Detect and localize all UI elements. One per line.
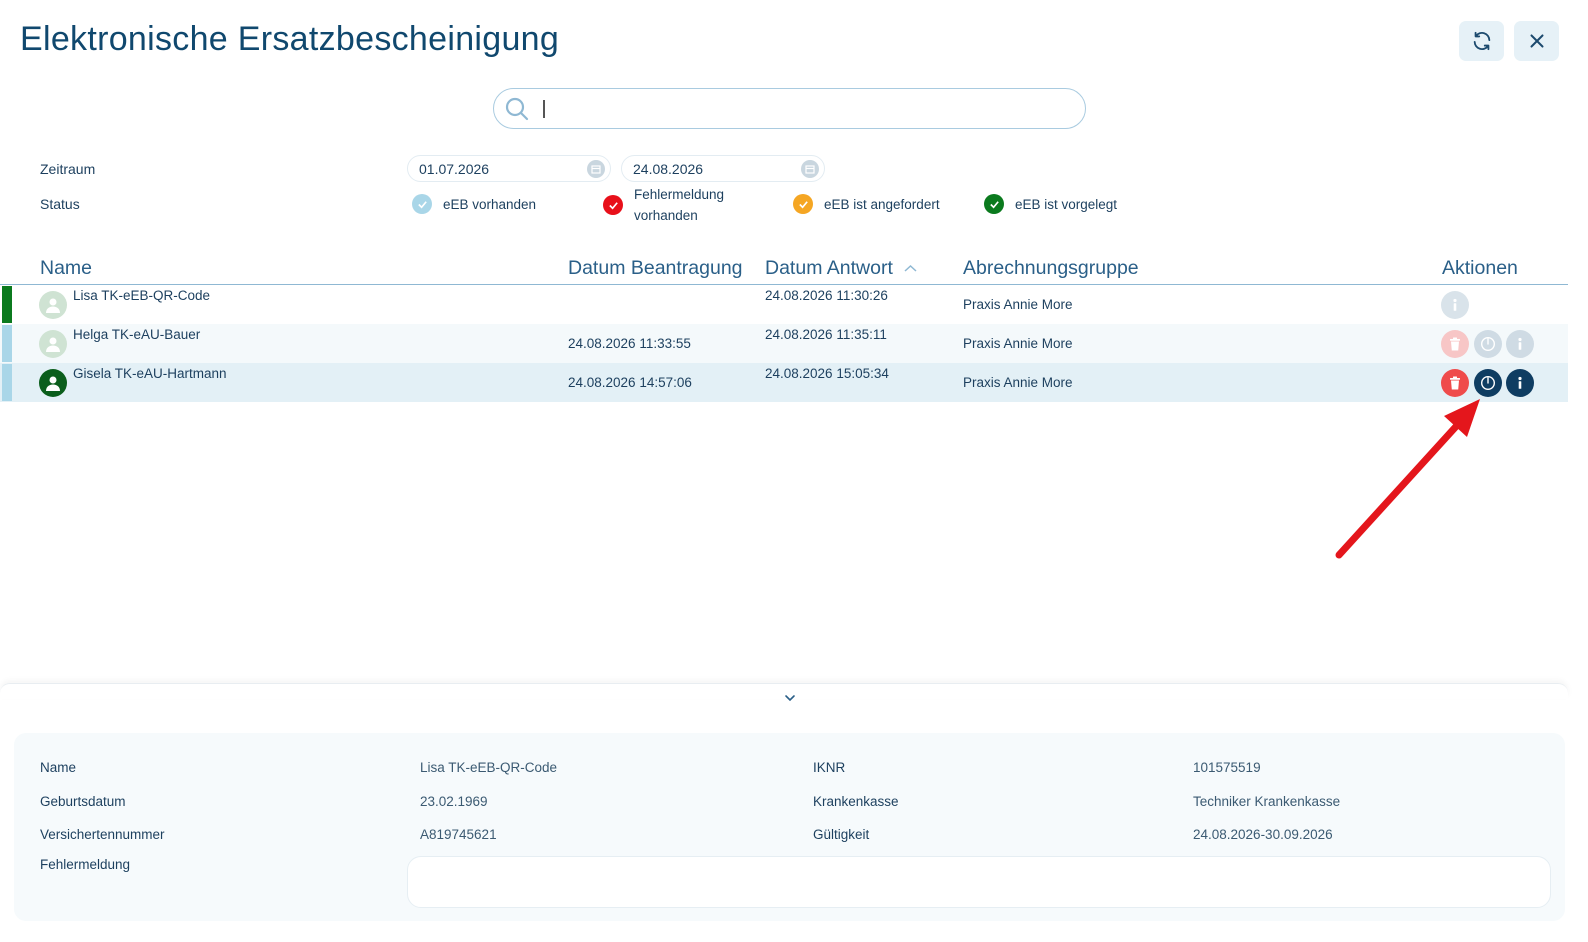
search-bar[interactable]: [493, 88, 1086, 129]
table-row-selected[interactable]: Gisela TK-eAU-Hartmann 24.08.2026 14:57:…: [0, 363, 1568, 402]
table-row[interactable]: Helga TK-eAU-Bauer 24.08.2026 11:33:55 2…: [0, 324, 1568, 363]
row-gruppe: Praxis Annie More: [963, 375, 1073, 390]
info-icon: [1518, 337, 1522, 350]
detail-geburtsdatum-value: 23.02.1969: [420, 794, 488, 809]
column-header-datum-beantragung[interactable]: Datum Beantragung: [568, 257, 743, 280]
row-name: Lisa TK-eEB-QR-Code: [73, 288, 211, 303]
legend-label: eEB vorhanden: [443, 197, 537, 212]
search-icon: [505, 97, 529, 120]
calendar-icon[interactable]: [801, 160, 819, 178]
legend-label: eEB ist angefordert: [824, 197, 940, 212]
power-icon: [1480, 336, 1496, 352]
row-antwort: 24.08.2026 11:30:26: [765, 288, 888, 303]
close-icon: [1529, 34, 1544, 48]
detail-name-label: Name: [40, 760, 77, 775]
row-name: Helga TK-eAU-Bauer: [73, 327, 201, 342]
legend-fehlermeldung: Fehlermeldung vorhanden: [603, 184, 724, 226]
legend-label: Fehlermeldung: [634, 187, 725, 202]
status-label: Status: [40, 196, 80, 212]
zeitraum-label: Zeitraum: [40, 161, 96, 177]
info-button[interactable]: [1506, 330, 1534, 358]
detail-iknr-value: 101575519: [1193, 760, 1261, 775]
column-header-label: Datum Antwort: [765, 257, 893, 279]
table-header: Name Datum Beantragung Datum Antwort Abr…: [0, 255, 1568, 285]
info-button[interactable]: [1441, 291, 1469, 319]
column-header-datum-antwort[interactable]: Datum Antwort: [765, 257, 917, 280]
detail-krankenkasse-label: Krankenkasse: [813, 794, 899, 809]
column-header-abrechnungsgruppe[interactable]: Abrechnungsgruppe: [963, 257, 1139, 280]
refresh-icon: [1473, 31, 1490, 51]
legend-eeb-angefordert: eEB ist angefordert: [793, 194, 940, 215]
detail-geburtsdatum-label: Geburtsdatum: [40, 794, 126, 809]
status-bar: [2, 364, 12, 401]
avatar-icon: [39, 291, 67, 319]
page-title: Elektronische Ersatzbescheinigung: [20, 20, 560, 58]
avatar-icon: [39, 330, 67, 358]
detail-fehlermeldung-label: Fehlermeldung: [40, 857, 131, 872]
trash-icon: [1450, 337, 1460, 351]
calendar-icon[interactable]: [587, 160, 605, 178]
legend-label: eEB ist vorgelegt: [1015, 197, 1118, 212]
chevron-down-icon[interactable]: [783, 691, 797, 705]
search-input[interactable]: [542, 100, 1062, 117]
column-header-name[interactable]: Name: [40, 257, 92, 280]
close-button[interactable]: [1514, 21, 1559, 61]
detail-name-value: Lisa TK-eEB-QR-Code: [420, 760, 558, 775]
power-icon: [1480, 375, 1496, 391]
date-to-field[interactable]: 24.08.2026: [621, 155, 825, 182]
legend-label: vorhanden: [634, 208, 698, 223]
trash-icon: [1450, 376, 1460, 390]
legend-eeb-vorhanden: eEB vorhanden: [412, 194, 536, 215]
info-icon: [1518, 376, 1522, 389]
detail-gueltigkeit-value: 24.08.2026-30.09.2026: [1193, 827, 1333, 842]
detail-gueltigkeit-label: Gültigkeit: [813, 827, 870, 842]
row-beantragung: 24.08.2026 11:33:55: [568, 336, 691, 351]
delete-button[interactable]: [1441, 330, 1469, 358]
row-gruppe: Praxis Annie More: [963, 336, 1073, 351]
fehlermeldung-field: [407, 856, 1551, 908]
table-row[interactable]: Lisa TK-eEB-QR-Code 24.08.2026 11:30:26 …: [0, 285, 1568, 324]
detail-krankenkasse-value: Techniker Krankenkasse: [1193, 794, 1341, 809]
legend-eeb-vorgelegt: eEB ist vorgelegt: [984, 194, 1117, 215]
row-gruppe: Praxis Annie More: [963, 297, 1073, 312]
date-from-field[interactable]: 01.07.2026: [407, 155, 611, 182]
row-antwort: 24.08.2026 11:35:11: [765, 327, 887, 342]
info-button[interactable]: [1506, 369, 1534, 397]
row-beantragung: 24.08.2026 14:57:06: [568, 375, 692, 390]
detail-versichertennummer-label: Versichertennummer: [40, 827, 165, 842]
date-from-value: 01.07.2026: [419, 161, 490, 177]
check-icon: [793, 194, 813, 214]
delete-button[interactable]: [1441, 369, 1469, 397]
text-caret: [543, 100, 545, 118]
column-header-aktionen: Aktionen: [1442, 257, 1518, 279]
refresh-button[interactable]: [1459, 21, 1504, 61]
date-to-value: 24.08.2026: [633, 161, 704, 177]
row-antwort: 24.08.2026 15:05:34: [765, 366, 889, 381]
sort-ascending-icon: [904, 265, 917, 272]
check-icon: [603, 195, 623, 215]
check-icon: [412, 194, 432, 214]
detail-versichertennummer-value: A819745621: [420, 827, 497, 842]
detail-iknr-label: IKNR: [813, 760, 846, 775]
row-name: Gisela TK-eAU-Hartmann: [73, 366, 227, 381]
status-bar: [2, 286, 12, 323]
avatar-icon: [39, 369, 67, 397]
info-icon: [1453, 298, 1457, 311]
status-bar: [2, 325, 12, 362]
power-button[interactable]: [1474, 369, 1502, 397]
check-icon: [984, 194, 1004, 214]
power-button[interactable]: [1474, 330, 1502, 358]
